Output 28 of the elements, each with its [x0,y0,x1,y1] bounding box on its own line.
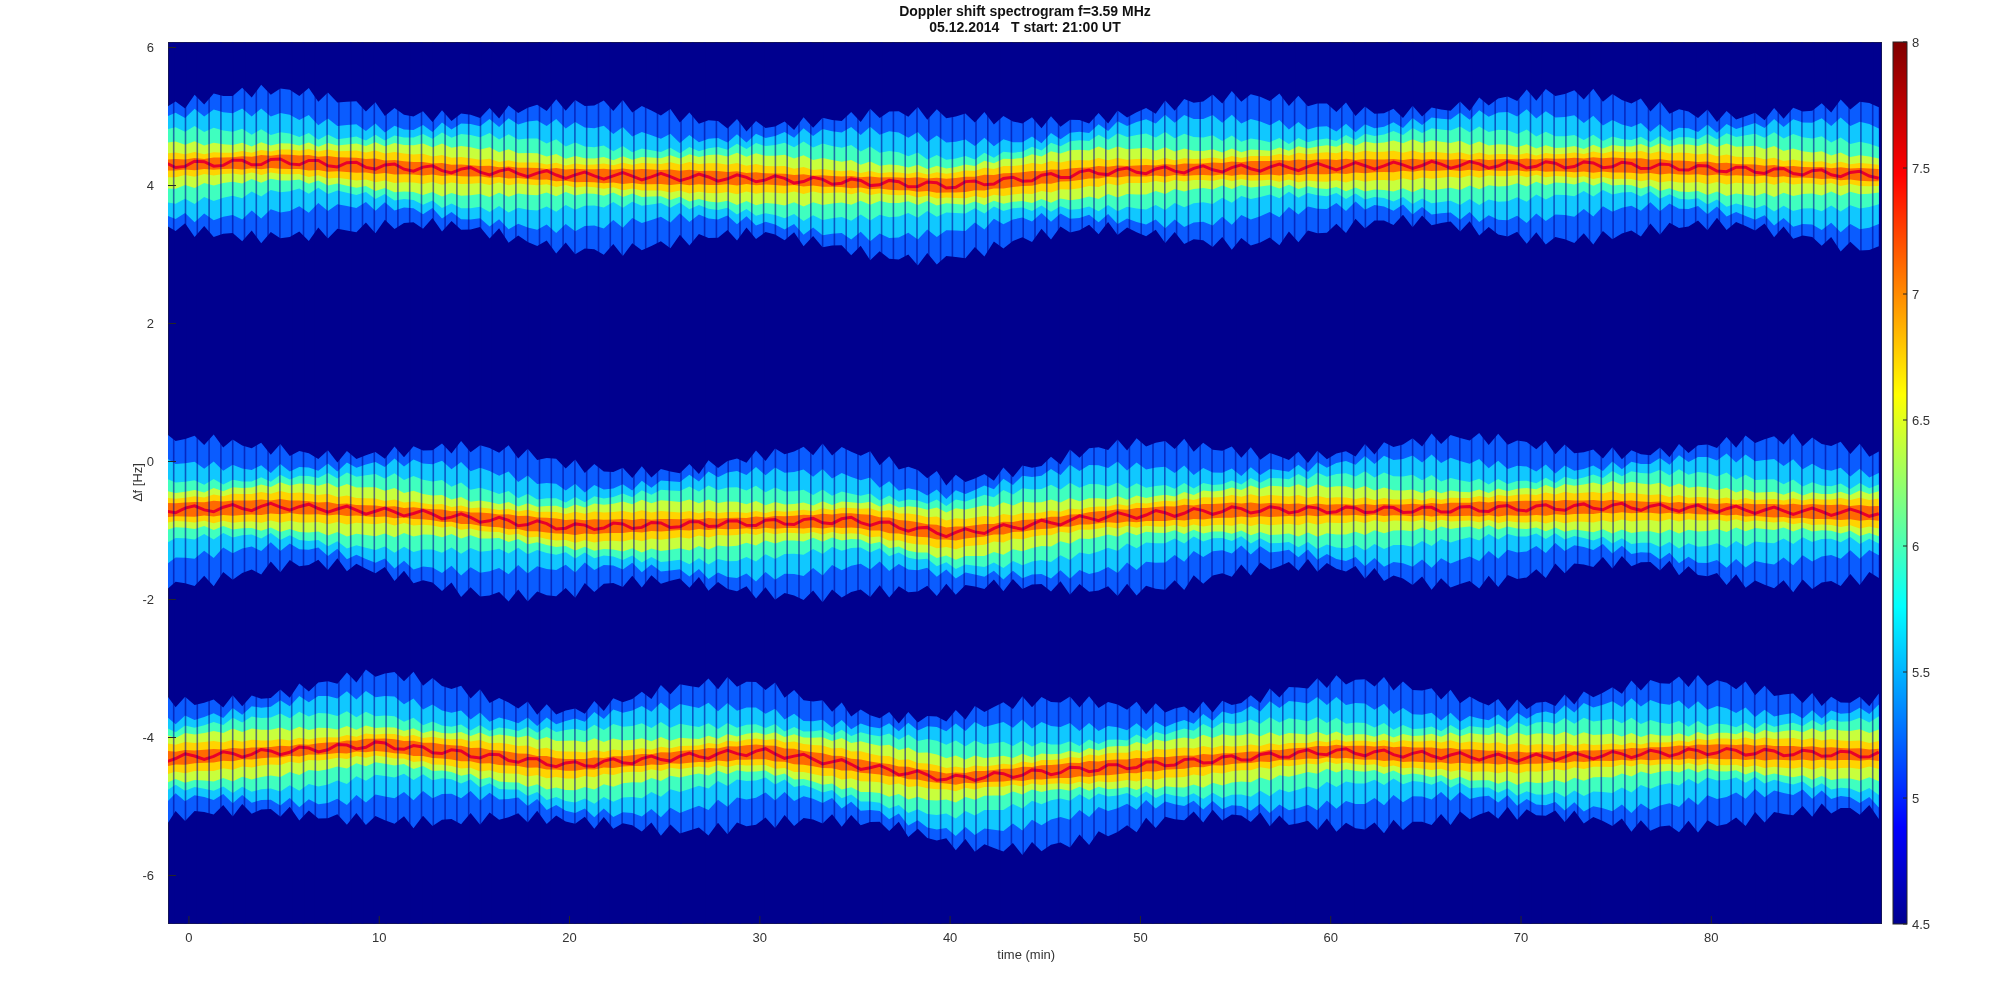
colorbar-tick-label: 4.5 [1912,917,1931,932]
y-tick-label: 0 [146,453,154,469]
colorbar-tick-label: 6 [1912,539,1920,554]
chart-subtitle: 05.12.2014 T start: 21:00 UT [929,19,1121,35]
y-tick-label: 2 [146,315,154,331]
y-tick-label: -4 [142,729,154,745]
y-tick-label: 6 [146,39,154,55]
x-tick-label: 40 [942,930,958,945]
y-axis-label: ∆f [Hz] [130,463,145,502]
x-tick-label: 60 [1323,930,1338,945]
x-tick-label: 50 [1133,930,1148,945]
x-tick-label: 20 [562,930,577,945]
x-axis-label: time (min) [997,947,1056,962]
colorbar-tick-label: 5 [1912,791,1920,806]
colorbar-tick-label: 7.5 [1912,161,1931,176]
x-tick-label: 10 [372,930,387,945]
colorbar-tick-label: 5.5 [1912,665,1931,680]
x-tick-label: 30 [752,930,768,945]
chart-title: Doppler shift spectrogram f=3.59 MHz [899,3,1151,19]
y-tick-label: 4 [146,177,154,193]
x-tick-label: 0 [185,930,193,945]
colorbar-tick-label: 7 [1912,287,1920,302]
y-tick-label: -2 [142,591,154,607]
colorbar-tick-label: 6.5 [1912,413,1931,428]
x-tick-label: 70 [1513,930,1529,945]
x-tick-label: 80 [1704,930,1719,945]
y-tick-label: -6 [142,867,154,883]
colorbar-tick-label: 8 [1912,35,1920,50]
